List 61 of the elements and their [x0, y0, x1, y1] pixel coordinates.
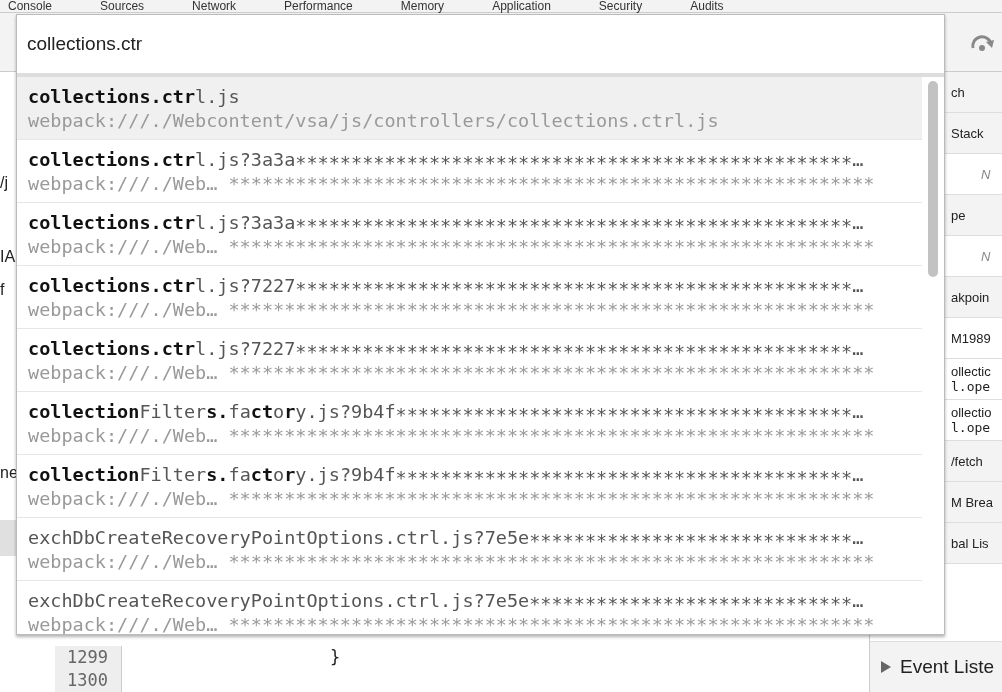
result-item[interactable]: exchDbCreateRecoveryPointOptions.ctrl.js?7e5e∗∗∗∗∗∗∗∗∗∗∗∗∗∗∗∗∗∗∗∗∗∗∗∗∗∗∗∗∗… webpack:///./Web… ********************************************************** — [17, 581, 922, 634]
sidebar-text: ollectio — [951, 405, 993, 420]
result-item[interactable]: collections.ctrl.js?7227∗∗∗∗∗∗∗∗∗∗∗∗∗∗∗∗∗∗∗∗∗∗∗∗∗∗∗∗∗∗∗∗∗∗∗∗∗∗∗∗∗∗∗∗∗∗∗∗∗∗… webpack:///./Web… ********************************************************** — [17, 266, 922, 329]
file-path: webpack:///./Web… ********************************************************** — [28, 298, 876, 322]
file-path: webpack:///./Web… ********************************************************** — [28, 172, 876, 196]
file-path: webpack:///./Web… ********************************************************** — [28, 235, 876, 259]
sidebar-text: pe — [951, 207, 967, 223]
file-name: collectionFilters.factory.js?9b4f∗∗∗∗∗∗∗∗∗∗∗∗∗∗∗∗∗∗∗∗∗∗∗∗∗∗∗∗∗∗∗∗∗∗∗∗∗∗∗∗∗… — [28, 463, 865, 487]
result-item[interactable]: collectionFilters.factory.js?9b4f∗∗∗∗∗∗∗∗∗∗∗∗∗∗∗∗∗∗∗∗∗∗∗∗∗∗∗∗∗∗∗∗∗∗∗∗∗∗∗∗∗… webpack:///./Web… ********************************************************** — [17, 392, 922, 455]
panel-tab[interactable]: Security — [598, 0, 643, 12]
result-item[interactable]: collectionFilters.factory.js?9b4f∗∗∗∗∗∗∗∗∗∗∗∗∗∗∗∗∗∗∗∗∗∗∗∗∗∗∗∗∗∗∗∗∗∗∗∗∗∗∗∗∗… webpack:///./Web… ********************************************************** — [17, 455, 922, 518]
code-fragment: f — [0, 281, 6, 299]
sidebar-text: N — [980, 166, 992, 182]
line-number: 1300 — [55, 669, 122, 692]
scrollbar-thumb[interactable] — [928, 81, 938, 277]
sidebar-detail: l.ope — [951, 420, 992, 435]
code-fragment: /j — [0, 174, 9, 192]
panel-tab[interactable]: Network — [192, 0, 237, 12]
sidebar-text: akpoin — [951, 289, 991, 305]
code-line: } — [329, 646, 341, 669]
file-name: exchDbCreateRecoveryPointOptions.ctrl.js?7e5e∗∗∗∗∗∗∗∗∗∗∗∗∗∗∗∗∗∗∗∗∗∗∗∗∗∗∗∗∗… — [28, 526, 865, 550]
panel-tab[interactable]: Memory — [400, 0, 445, 12]
panel-tab[interactable]: Performance — [284, 0, 353, 12]
file-name: collections.ctrl.js?7227∗∗∗∗∗∗∗∗∗∗∗∗∗∗∗∗∗∗∗∗∗∗∗∗∗∗∗∗∗∗∗∗∗∗∗∗∗∗∗∗∗∗∗∗∗∗∗∗∗∗… — [28, 337, 865, 361]
panel-tab[interactable]: Console — [8, 0, 53, 12]
sidebar-text: M1989 — [951, 330, 992, 346]
file-name: collections.ctrl.js — [28, 85, 241, 109]
search-field[interactable]: collections.ctr — [17, 15, 944, 77]
result-item[interactable]: exchDbCreateRecoveryPointOptions.ctrl.js?7e5e∗∗∗∗∗∗∗∗∗∗∗∗∗∗∗∗∗∗∗∗∗∗∗∗∗∗∗∗∗… webpack:///./Web… ********************************************************** — [17, 518, 922, 581]
sidebar-text: ch — [951, 84, 966, 100]
section-label: Event Liste — [900, 656, 994, 678]
sidebar-text: Stack — [951, 125, 985, 141]
file-path: webpack:///./Web… ********************************************************** — [28, 613, 876, 634]
panel-tab[interactable]: Sources — [100, 0, 145, 12]
file-name: collections.ctrl.js?3a3a∗∗∗∗∗∗∗∗∗∗∗∗∗∗∗∗∗∗∗∗∗∗∗∗∗∗∗∗∗∗∗∗∗∗∗∗∗∗∗∗∗∗∗∗∗∗∗∗∗∗… — [28, 211, 865, 235]
file-path: webpack:///./Web… ********************************************************** — [28, 424, 876, 448]
line-number: 1299 — [55, 646, 122, 669]
file-name: exchDbCreateRecoveryPointOptions.ctrl.js?7e5e∗∗∗∗∗∗∗∗∗∗∗∗∗∗∗∗∗∗∗∗∗∗∗∗∗∗∗∗∗… — [28, 589, 865, 613]
result-item[interactable]: collections.ctrl.js?3a3a∗∗∗∗∗∗∗∗∗∗∗∗∗∗∗∗∗∗∗∗∗∗∗∗∗∗∗∗∗∗∗∗∗∗∗∗∗∗∗∗∗∗∗∗∗∗∗∗∗∗… webpack:///./Web… ********************************************************** — [17, 203, 922, 266]
panel-tab[interactable]: Application — [492, 0, 551, 12]
code-fragment: IA — [0, 248, 16, 266]
sidebar-text: bal Lis — [951, 535, 990, 551]
sidebar-text: M Brea — [951, 494, 994, 510]
file-path: webpack:///./Webcontent/vsa/js/controllers/collections.ctrl.js — [28, 109, 720, 133]
file-path: webpack:///./Web… ********************************************************** — [28, 487, 876, 511]
panel-tab[interactable]: Audits — [690, 0, 724, 12]
file-name: collections.ctrl.js?3a3a∗∗∗∗∗∗∗∗∗∗∗∗∗∗∗∗∗∗∗∗∗∗∗∗∗∗∗∗∗∗∗∗∗∗∗∗∗∗∗∗∗∗∗∗∗∗∗∗∗∗… — [28, 148, 865, 172]
file-name: collections.ctrl.js?7227∗∗∗∗∗∗∗∗∗∗∗∗∗∗∗∗∗∗∗∗∗∗∗∗∗∗∗∗∗∗∗∗∗∗∗∗∗∗∗∗∗∗∗∗∗∗∗∗∗∗… — [28, 274, 865, 298]
step-over-icon[interactable] — [970, 32, 996, 52]
file-path: webpack:///./Web… ********************************************************** — [28, 550, 876, 574]
result-item[interactable]: collections.ctrl.js?3a3a∗∗∗∗∗∗∗∗∗∗∗∗∗∗∗∗∗∗∗∗∗∗∗∗∗∗∗∗∗∗∗∗∗∗∗∗∗∗∗∗∗∗∗∗∗∗∗∗∗∗… webpack:///./Web… ********************************************************** — [17, 140, 922, 203]
result-item[interactable]: collections.ctrl.js webpack:///./Webcontent/vsa/js/controllers/collections.ctrl.js — [17, 77, 922, 140]
file-name: collectionFilters.factory.js?9b4f∗∗∗∗∗∗∗∗∗∗∗∗∗∗∗∗∗∗∗∗∗∗∗∗∗∗∗∗∗∗∗∗∗∗∗∗∗∗∗∗∗… — [28, 400, 865, 424]
sidebar-text: /fetch — [951, 453, 984, 469]
section-header[interactable]: Event Liste — [870, 641, 1002, 692]
file-path: webpack:///./Web… ********************************************************** — [28, 361, 876, 385]
sidebar-text: ollectic — [951, 364, 992, 379]
selected-row — [0, 520, 16, 556]
sidebar-text: N — [980, 248, 992, 264]
sidebar-detail: l.ope — [951, 379, 992, 394]
result-item[interactable]: collections.ctrl.js?7227∗∗∗∗∗∗∗∗∗∗∗∗∗∗∗∗∗∗∗∗∗∗∗∗∗∗∗∗∗∗∗∗∗∗∗∗∗∗∗∗∗∗∗∗∗∗∗∗∗∗… webpack:///./Web… ********************************************************** — [17, 329, 922, 392]
